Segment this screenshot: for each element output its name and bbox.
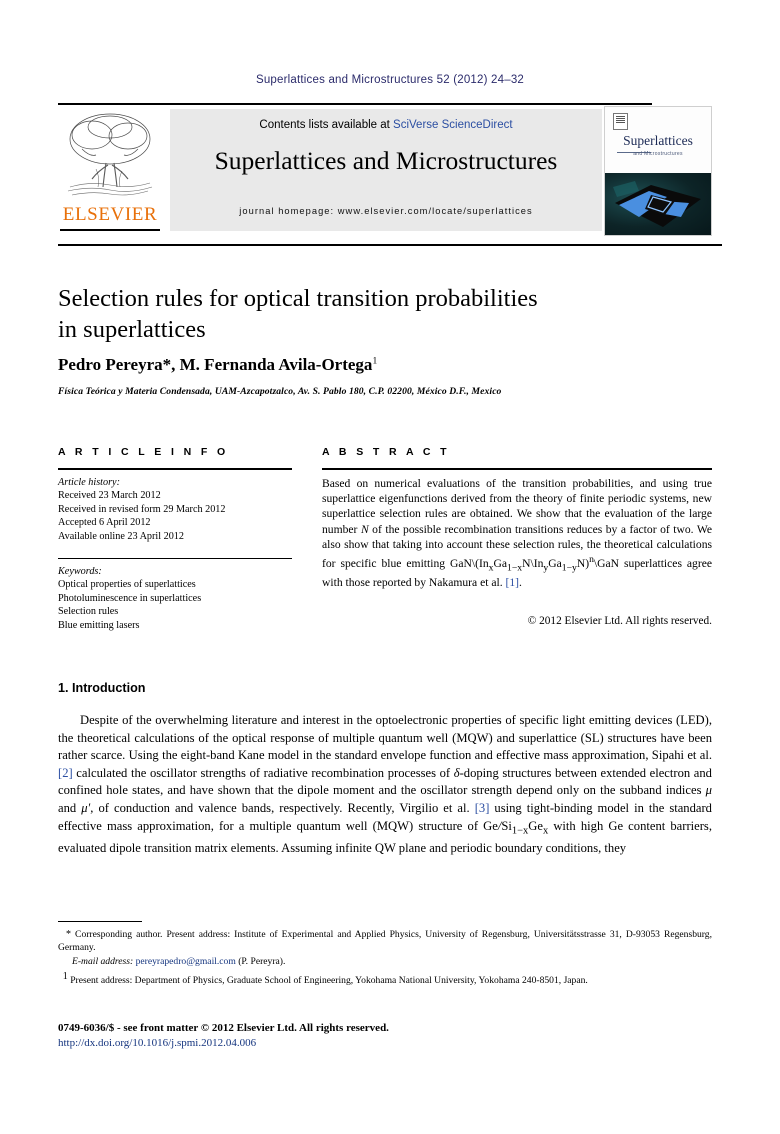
author-primary: Pedro Pereyra — [58, 355, 163, 374]
article-info-rule — [58, 468, 292, 470]
keywords-rule — [58, 558, 292, 560]
abstract-reference-1[interactable]: [1] — [506, 576, 520, 589]
formula-seg: GaN\(In — [450, 556, 489, 570]
footnote-separator-rule — [58, 921, 142, 923]
body-seg-7: Si — [501, 818, 512, 833]
elsevier-logo: ELSEVIER — [58, 109, 162, 233]
body-seg-8: Ge — [528, 818, 543, 833]
article-history-label: Article history: — [58, 477, 120, 488]
body-seg-5: , of conduction and valence bands, respe… — [90, 800, 475, 815]
paper-page: Superlattices and Microstructures 52 (20… — [0, 0, 780, 1134]
keyword-item: Optical properties of superlattices — [58, 579, 196, 591]
footnote-email: E-mail address: pereyrapedro@gmail.com (… — [58, 955, 712, 968]
page-title: Selection rules for optical transition p… — [58, 283, 658, 345]
abstract-italic-N: N — [360, 522, 369, 536]
cover-artwork — [605, 173, 711, 235]
formula-seg: N) — [576, 556, 590, 570]
cover-subtitle: and Microstructures — [633, 151, 683, 157]
keyword-item: Photoluminescence in superlattices — [58, 592, 202, 604]
journal-homepage-link[interactable]: journal homepage: www.elsevier.com/locat… — [170, 206, 602, 216]
doi-link[interactable]: http://dx.doi.org/10.1016/j.spmi.2012.04… — [58, 1037, 712, 1049]
cover-elsevier-mark-icon — [613, 113, 628, 130]
footnotes-block: * Corresponding author. Present address:… — [58, 928, 712, 988]
mu-symbol: μ — [705, 783, 712, 798]
corresponding-author-marker[interactable]: * — [163, 355, 172, 374]
elsevier-tree-icon — [67, 113, 153, 196]
formula-seg: N\In — [522, 556, 544, 570]
author-affiliation: Física Teórica y Materia Condensada, UAM… — [58, 386, 502, 397]
author-footnote-marker[interactable]: 1 — [372, 356, 377, 366]
article-history: Article history: Received 23 March 2012 … — [58, 476, 298, 543]
contents-available-line: Contents lists available at SciVerse Sci… — [170, 119, 602, 131]
author-secondary: , M. Fernanda Avila-Ortega — [171, 355, 373, 374]
journal-masthead: ELSEVIER Contents lists available at Sci… — [58, 103, 722, 236]
journal-title: Superlattices and Microstructures — [214, 146, 558, 175]
body-seg-1: Despite of the overwhelming literature a… — [58, 713, 712, 763]
abstract-rule — [322, 468, 712, 470]
email-address-link[interactable]: pereyrapedro@gmail.com — [136, 956, 236, 967]
formula-seg: Ga — [548, 556, 562, 570]
email-owner: (P. Pereyra). — [238, 956, 286, 968]
elsevier-underline — [60, 229, 160, 231]
elsevier-wordmark: ELSEVIER — [62, 204, 158, 225]
running-head: Superlattices and Microstructures 52 (20… — [255, 74, 525, 86]
keyword-item: Blue emitting lasers — [58, 619, 140, 631]
keywords-block: Keywords: Optical properties of superlat… — [58, 565, 298, 632]
masthead-center-panel: Contents lists available at SciVerse Sci… — [170, 109, 602, 231]
abstract-formula: GaN\(InxGa1−xN\InyGa1−yN)n\GaN — [450, 554, 620, 574]
abstract-text: Based on numerical evaluations of the tr… — [322, 476, 712, 591]
footnote-corresponding-author: * Corresponding author. Present address:… — [58, 928, 712, 954]
body-reference-3[interactable]: [3] — [475, 801, 490, 815]
introduction-paragraph: Despite of the overwhelming literature a… — [58, 712, 712, 857]
masthead-top-rule — [58, 103, 652, 105]
body-seg-2: calculated the oscillator strengths of r… — [72, 765, 454, 780]
abstract-copyright: © 2012 Elsevier Ltd. All rights reserved… — [527, 615, 712, 627]
introduction-body: Despite of the overwhelming literature a… — [58, 712, 712, 857]
abstract-heading: A B S T R A C T — [322, 446, 450, 458]
body-seg-4: and — [58, 800, 82, 815]
keywords-label: Keywords: — [58, 566, 102, 577]
title-line-2: in superlattices — [58, 316, 206, 343]
footnote-corresponding-text: Corresponding author. Present address: I… — [58, 929, 713, 954]
keyword-item: Selection rules — [58, 606, 119, 618]
formula-sub: 1−x — [507, 562, 523, 574]
footnote-present-address: 1 Present address: Department of Physics… — [58, 970, 712, 987]
si-subscript: 1−x — [511, 825, 529, 837]
cover-top-area: Superlattices and Microstructures — [605, 107, 711, 173]
abstract-period: . — [519, 576, 522, 590]
email-address-label: E-mail address: — [72, 956, 134, 968]
history-item: Received in revised form 29 March 2012 — [58, 503, 226, 515]
history-item: Available online 23 April 2012 — [58, 530, 184, 542]
mu-prime-symbol: μ′ — [81, 800, 91, 815]
masthead-bottom-rule — [58, 244, 722, 246]
formula-seg: Ga — [493, 556, 508, 570]
sciencedirect-link[interactable]: SciVerse ScienceDirect — [393, 119, 513, 131]
section-heading-introduction: 1. Introduction — [58, 681, 146, 695]
body-reference-2[interactable]: [2] — [58, 766, 73, 780]
author-list: Pedro Pereyra*, M. Fernanda Avila-Ortega… — [58, 355, 678, 375]
formula-seg: \GaN — [593, 556, 620, 570]
footnote-present-address-text: Present address: Department of Physics, … — [67, 974, 588, 986]
cover-art-shapes — [613, 181, 701, 227]
history-item: Received 23 March 2012 — [58, 490, 161, 502]
history-item: Accepted 6 April 2012 — [58, 517, 151, 529]
formula-sub: 1−y — [561, 562, 577, 574]
cover-title: Superlattices — [623, 133, 693, 148]
issn-front-matter: 0749-6036/$ - see front matter © 2012 El… — [58, 1022, 389, 1034]
article-info-heading: A R T I C L E I N F O — [58, 446, 229, 458]
title-line-1: Selection rules for optical transition p… — [58, 285, 538, 312]
journal-cover-thumbnail[interactable]: Superlattices and Microstructures — [604, 106, 712, 236]
contents-prefix: Contents lists available at — [259, 119, 390, 131]
